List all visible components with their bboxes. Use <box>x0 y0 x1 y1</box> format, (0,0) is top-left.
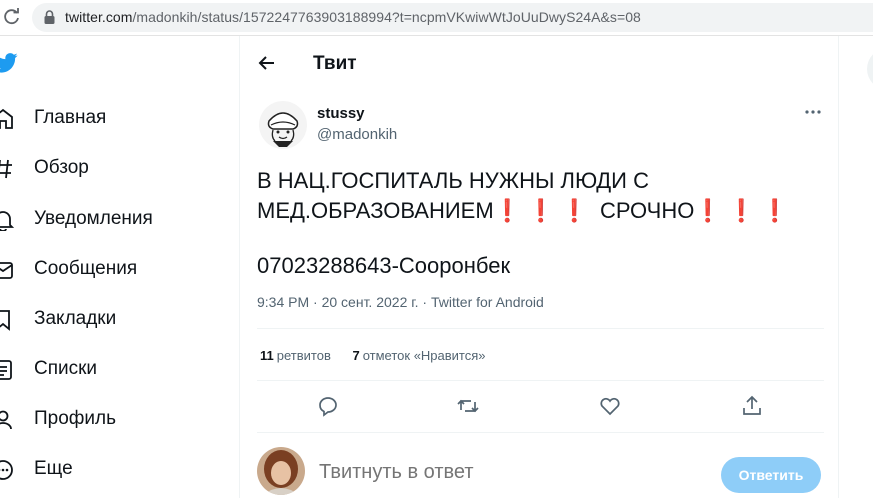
sidebar-item-notifications[interactable]: Уведомления <box>0 206 220 236</box>
likes-count: 7 <box>352 348 360 363</box>
tweet-time: 9:34 PM <box>257 294 310 310</box>
retweets-stat[interactable]: 11 ретвитов <box>260 348 331 363</box>
reply-submit-button[interactable]: Ответить <box>721 457 821 493</box>
sidebar-item-home[interactable]: Главная <box>0 105 220 135</box>
tweet-source-link[interactable]: Twitter for Android <box>431 294 544 310</box>
tweet-text-line: В НАЦ.ГОСПИТАЛЬ НУЖНЫ ЛЮДИ С <box>257 168 649 193</box>
sidebar-item-profile[interactable]: Профиль <box>0 406 220 436</box>
tweet-time-link[interactable]: 9:34 PM · 20 сент. 2022 г. <box>257 294 419 310</box>
exclamation-emoji: ❗❗❗ <box>694 198 795 223</box>
tweet-text-phone-line: 07023288643-Сооронбек <box>257 253 511 278</box>
reply-input[interactable] <box>319 461 699 484</box>
divider <box>257 432 824 433</box>
tweet-detail-column: Твит stussy @madonkih В НАЦ.ГОСПИТАЛЬ НУ… <box>239 36 839 498</box>
twitter-logo-icon[interactable] <box>0 52 18 74</box>
sidebar-item-label: Закладки <box>34 308 117 329</box>
tweet-metadata: 9:34 PM · 20 сент. 2022 г. · Twitter for… <box>257 294 544 310</box>
sidebar-item-label: Главная <box>34 107 107 128</box>
sidebar-item-label: Еще <box>34 458 73 479</box>
avatar-illustration <box>259 101 307 149</box>
sidebar-item-label: Обзор <box>34 157 89 178</box>
sidebar-item-label: Профиль <box>34 408 117 429</box>
current-user-avatar[interactable] <box>257 447 305 495</box>
url-text: twitter.com/madonkih/status/157224776390… <box>65 9 641 25</box>
likes-stat[interactable]: 7 отметок «Нравится» <box>352 348 485 363</box>
back-arrow-icon[interactable] <box>258 54 276 72</box>
author-avatar[interactable] <box>259 101 307 149</box>
more-circle-icon <box>0 460 13 480</box>
retweet-icon[interactable] <box>456 394 480 418</box>
exclamation-emoji: ❗❗❗ <box>493 198 594 223</box>
author-name[interactable]: stussy <box>317 105 365 122</box>
home-icon <box>0 108 13 129</box>
tweet-date: 20 сент. 2022 г. <box>321 294 419 310</box>
tweet-text-fragment: МЕД.ОБРАЗОВАНИЕМ <box>257 198 494 223</box>
sidebar-nav: Главная Обзор Уведомления Сообщения Закл… <box>0 36 239 498</box>
like-heart-icon[interactable] <box>598 394 622 418</box>
url-path: /madonkih/status/1572247763903188994?t=n… <box>132 9 641 25</box>
page-title: Твит <box>313 53 357 74</box>
url-host: twitter.com <box>65 9 133 25</box>
sidebar-item-lists[interactable]: Списки <box>0 356 220 386</box>
likes-label: отметок «Нравится» <box>362 348 486 363</box>
retweets-label: ретвитов <box>276 348 331 363</box>
lock-icon[interactable] <box>43 10 56 25</box>
avatar-photo <box>257 447 305 495</box>
tweet-text: В НАЦ.ГОСПИТАЛЬ НУЖНЫ ЛЮДИ С МЕД.ОБРАЗОВ… <box>257 166 827 226</box>
tweet-text-fragment: СРОЧНО <box>593 198 695 223</box>
reply-icon[interactable] <box>316 394 340 418</box>
reload-icon[interactable] <box>2 7 22 27</box>
person-icon <box>0 410 12 430</box>
sidebar-item-messages[interactable]: Сообщения <box>0 256 220 286</box>
meta-separator: · <box>418 294 431 310</box>
url-field[interactable]: twitter.com/madonkih/status/157224776390… <box>32 3 873 32</box>
retweets-count: 11 <box>260 348 274 363</box>
hashtag-icon <box>0 159 12 179</box>
divider <box>257 380 824 381</box>
bookmark-icon <box>0 310 10 331</box>
right-sidebar <box>839 36 873 498</box>
tweet-stats: 11 ретвитов 7 отметок «Нравится» <box>260 348 504 363</box>
share-icon[interactable] <box>740 394 764 418</box>
envelope-icon <box>0 262 13 279</box>
sidebar-item-label: Уведомления <box>34 208 153 229</box>
sidebar-item-bookmarks[interactable]: Закладки <box>0 306 220 336</box>
divider <box>257 328 824 329</box>
sidebar-item-more[interactable]: Еще <box>0 456 220 486</box>
sidebar-item-explore[interactable]: Обзор <box>0 155 220 185</box>
search-field[interactable] <box>867 48 873 90</box>
sidebar-item-label: Сообщения <box>34 258 138 279</box>
tweet-text-line: МЕД.ОБРАЗОВАНИЕМ❗❗❗ СРОЧНО❗❗❗ <box>257 196 827 226</box>
sidebar-item-label: Списки <box>34 358 98 379</box>
list-icon <box>0 360 12 380</box>
browser-address-bar: twitter.com/madonkih/status/157224776390… <box>0 0 873 36</box>
meta-separator: · <box>309 294 322 310</box>
author-handle[interactable]: @madonkih <box>317 126 397 143</box>
more-options-icon[interactable] <box>804 106 822 118</box>
bell-icon <box>0 211 14 231</box>
